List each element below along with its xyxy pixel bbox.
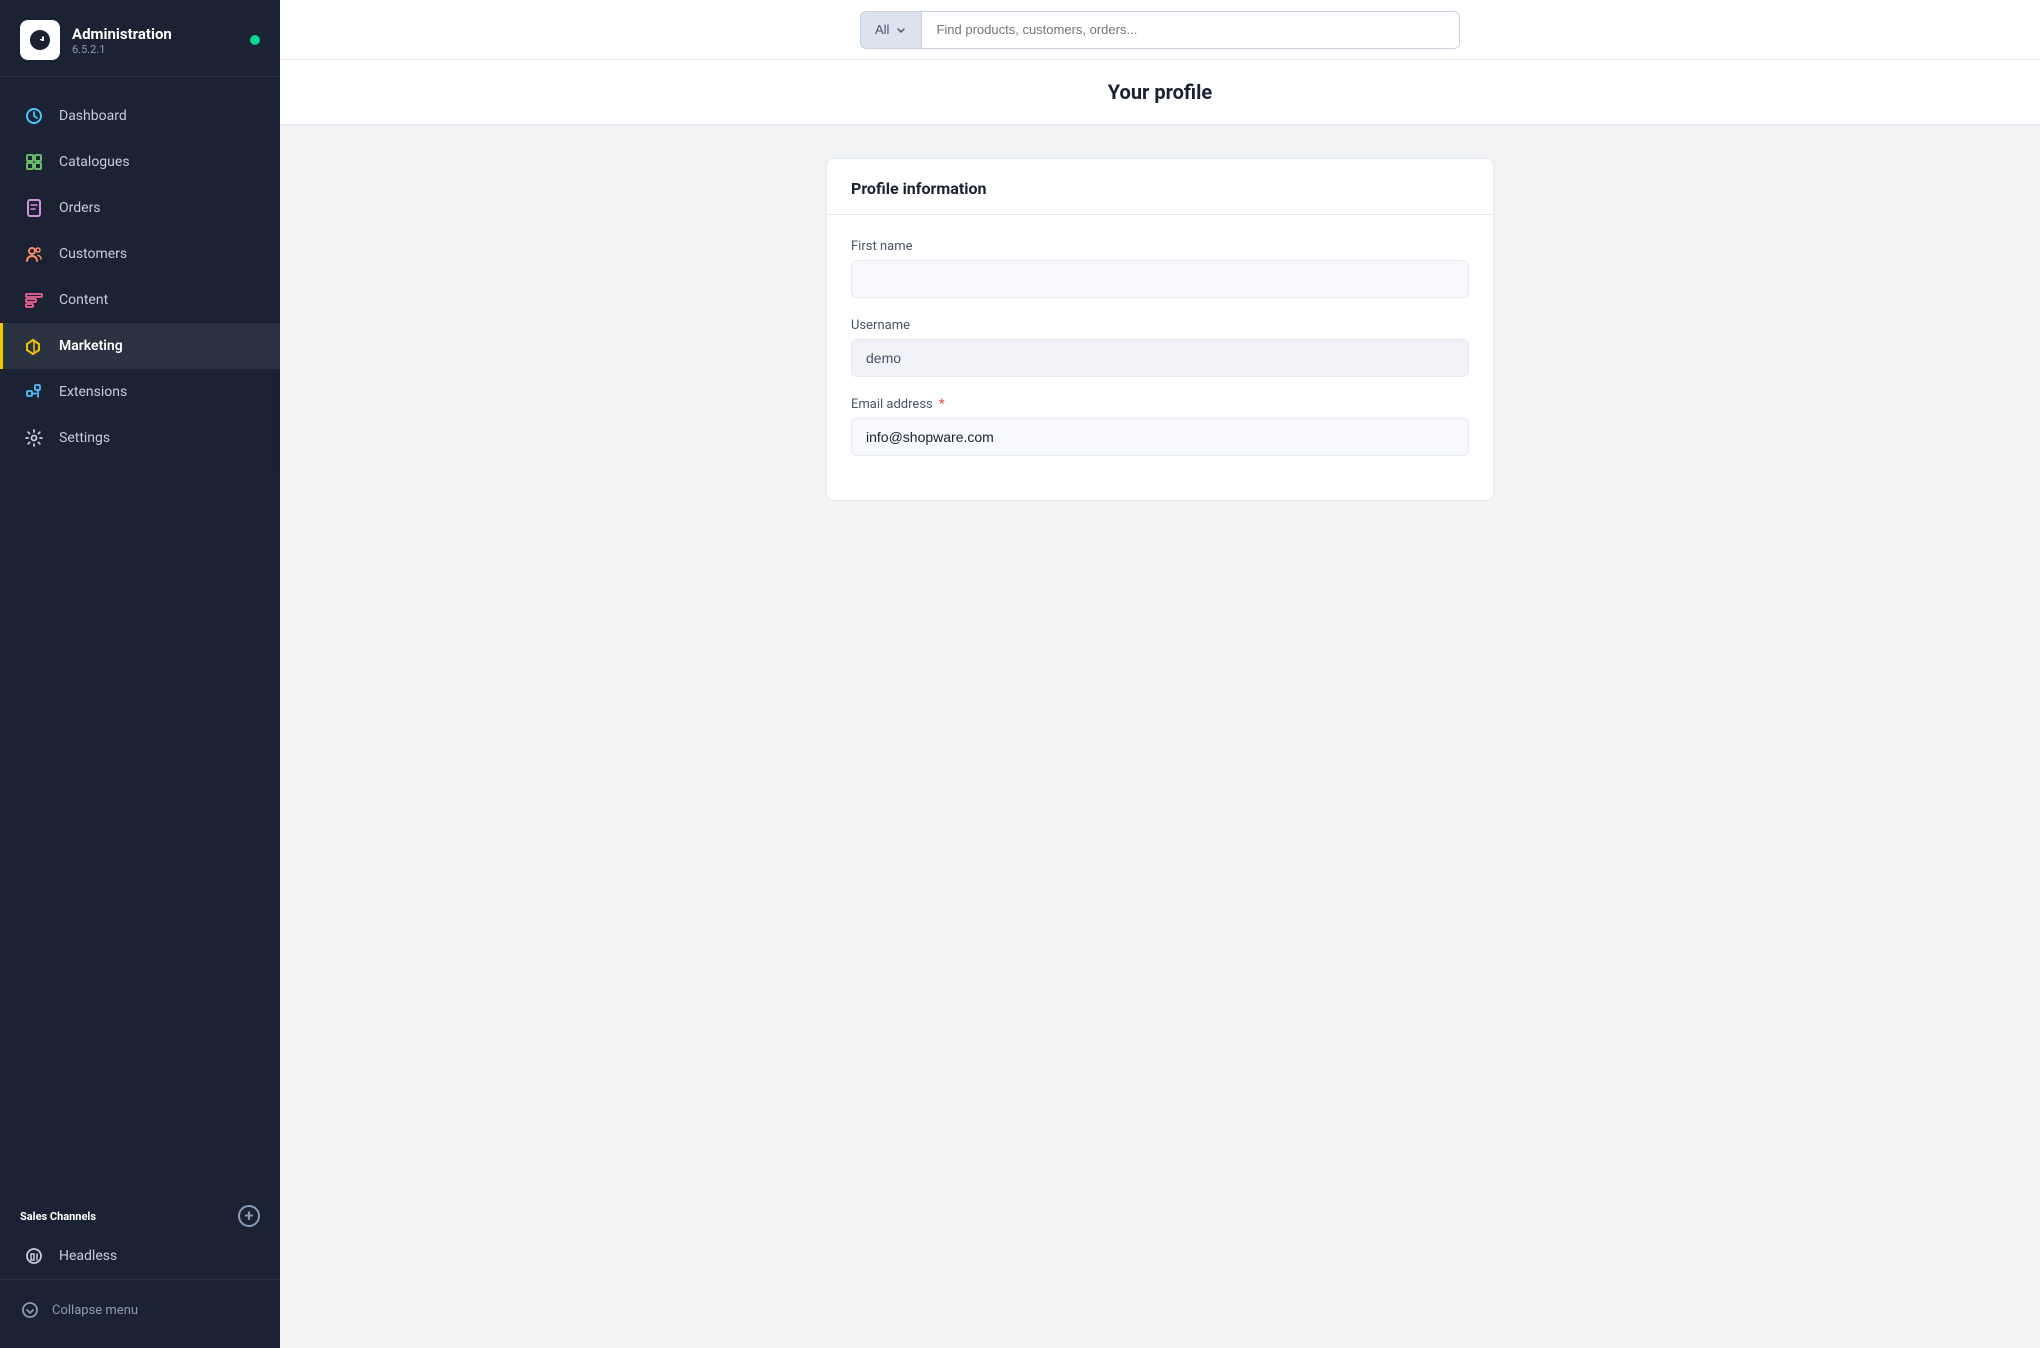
status-dot: [250, 35, 260, 45]
content-icon: [23, 289, 45, 311]
username-label: Username: [851, 318, 1469, 333]
customers-label: Customers: [59, 246, 127, 262]
search-input[interactable]: [922, 12, 1459, 48]
sales-channels-title: Sales Channels +: [0, 1189, 280, 1233]
username-input[interactable]: [851, 339, 1469, 377]
settings-label: Settings: [59, 430, 110, 446]
page-title-bar: Your profile: [280, 60, 2040, 126]
email-label: Email address *: [851, 397, 1469, 412]
headless-icon: [23, 1245, 45, 1267]
marketing-icon: [23, 335, 45, 357]
first-name-label: First name: [851, 239, 1469, 254]
sidebar-footer: Collapse menu: [0, 1279, 280, 1348]
dashboard-label: Dashboard: [59, 108, 127, 124]
username-field-group: Username: [851, 318, 1469, 377]
dashboard-icon: [23, 105, 45, 127]
app-brand: Administration 6.5.2.1: [72, 25, 172, 56]
sidebar-item-orders[interactable]: Orders: [0, 185, 280, 231]
search-filter-label: All: [875, 22, 889, 37]
collapse-menu-button[interactable]: Collapse menu: [20, 1292, 260, 1328]
sales-channels-section: Sales Channels + Headless: [0, 1189, 280, 1279]
sidebar-nav: Dashboard Catalogues Orders: [0, 85, 280, 1189]
add-sales-channel-button[interactable]: +: [238, 1205, 260, 1227]
sidebar-item-customers[interactable]: Customers: [0, 231, 280, 277]
sidebar-header: G Administration 6.5.2.1: [0, 0, 280, 77]
sidebar: G Administration 6.5.2.1 Dashboard: [0, 0, 280, 1348]
sidebar-item-marketing[interactable]: Marketing Newsletter recipients Promotio…: [0, 323, 280, 369]
sidebar-item-catalogues[interactable]: Catalogues: [0, 139, 280, 185]
orders-icon: [23, 197, 45, 219]
catalogues-icon: [23, 151, 45, 173]
page-content: Your profile Profile information First n…: [280, 60, 2040, 1348]
main-content: All Your profile Profile information: [280, 0, 2040, 1348]
page-title: Your profile: [312, 80, 2008, 104]
collapse-menu-label: Collapse menu: [52, 1303, 138, 1318]
app-version: 6.5.2.1: [72, 43, 172, 56]
sidebar-item-headless[interactable]: Headless: [0, 1233, 280, 1279]
extensions-label: Extensions: [59, 384, 127, 400]
catalogues-label: Catalogues: [59, 154, 130, 170]
profile-card-header: Profile information: [827, 159, 1493, 215]
customers-icon: [23, 243, 45, 265]
orders-label: Orders: [59, 200, 101, 216]
first-name-input[interactable]: [851, 260, 1469, 298]
search-container: All: [860, 11, 1460, 49]
email-input[interactable]: [851, 418, 1469, 456]
marketing-label: Marketing: [59, 338, 123, 354]
svg-text:G: G: [32, 33, 42, 48]
profile-content: Profile information First name Username …: [810, 158, 1510, 501]
extensions-icon: [23, 381, 45, 403]
search-input-wrap: [921, 11, 1460, 49]
profile-card-title: Profile information: [851, 179, 1469, 198]
sidebar-item-content[interactable]: Content: [0, 277, 280, 323]
topbar: All: [280, 0, 2040, 60]
content-label: Content: [59, 292, 108, 308]
app-name: Administration: [72, 25, 172, 43]
first-name-field-group: First name: [851, 239, 1469, 298]
email-required-asterisk: *: [939, 397, 945, 412]
profile-card: Profile information First name Username …: [826, 158, 1494, 501]
app-logo: G: [20, 20, 60, 60]
sidebar-item-settings[interactable]: Settings: [0, 415, 280, 461]
headless-label: Headless: [59, 1248, 117, 1264]
search-filter-button[interactable]: All: [860, 11, 921, 49]
sidebar-item-extensions[interactable]: Extensions: [0, 369, 280, 415]
settings-icon: [23, 427, 45, 449]
sidebar-item-dashboard[interactable]: Dashboard: [0, 93, 280, 139]
email-field-group: Email address *: [851, 397, 1469, 456]
profile-card-body: First name Username Email address *: [827, 215, 1493, 500]
